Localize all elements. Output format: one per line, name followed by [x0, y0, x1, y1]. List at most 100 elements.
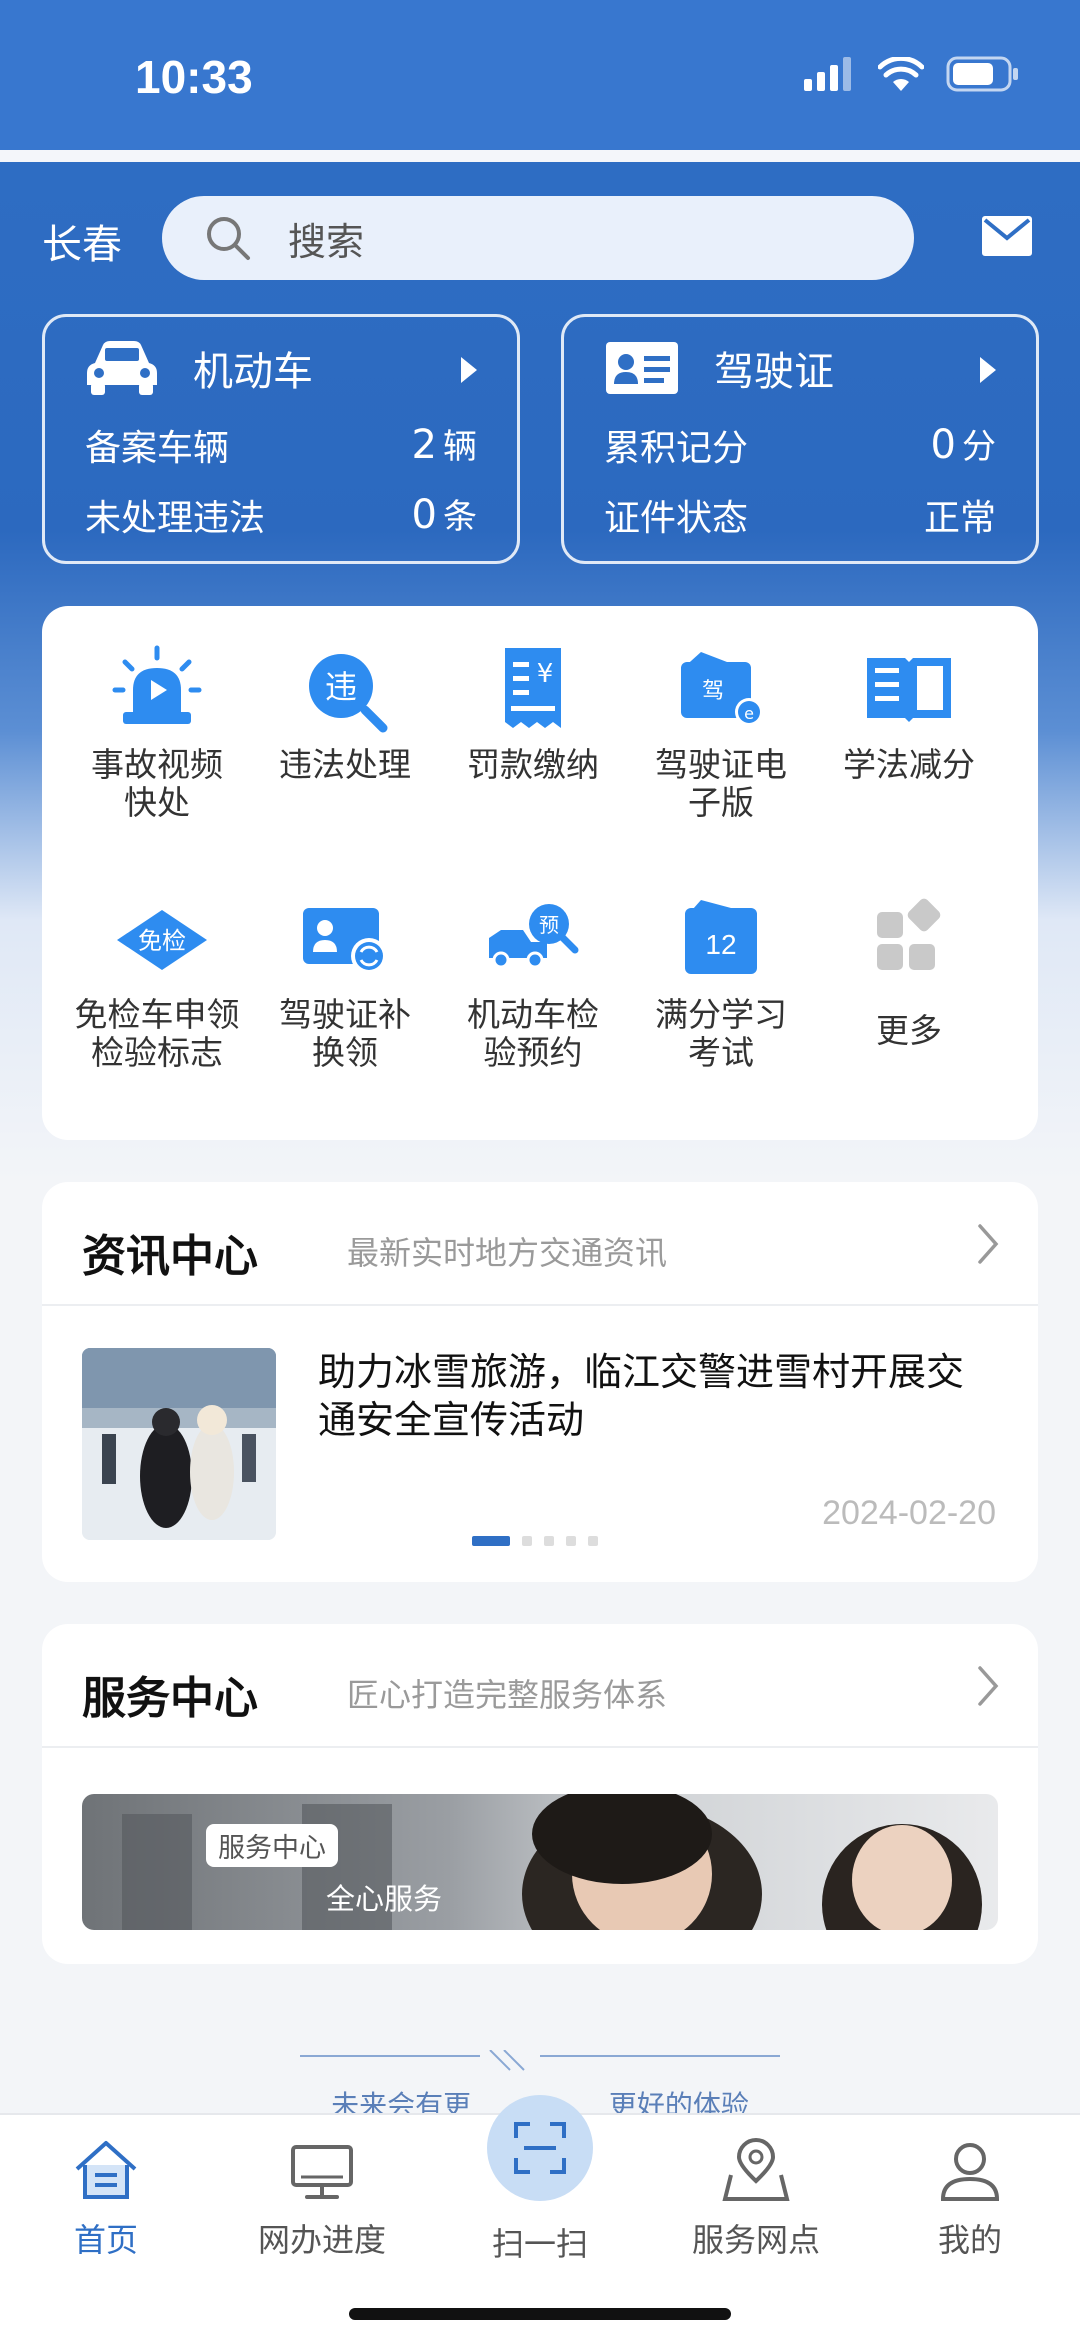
mail-icon[interactable]: [982, 216, 1032, 256]
search-icon: [207, 217, 250, 260]
carousel-dot[interactable]: [566, 1536, 576, 1546]
news-center-card: 资讯中心 最新实时地方交通资讯 助力冰雪旅游，临江交警进雪村开展交通安全宣传活动…: [42, 1182, 1038, 1582]
vehicle-row-label: 未处理违法: [85, 498, 266, 539]
status-divider: [0, 150, 1080, 162]
license-card-header: 驾驶证: [604, 339, 834, 397]
news-thumbnail[interactable]: [82, 1348, 276, 1540]
license-row-label: 证件状态: [604, 498, 749, 539]
home-indicator: [349, 2308, 731, 2320]
license-row-label: 累积记分: [604, 428, 749, 469]
service-label: 驾驶证电: [655, 745, 787, 784]
services-grid: 事故视频 快处 违 违法处理 ¥ 罚款缴纳 驾 e 驾驶证电 子版 学法减分 免…: [42, 606, 1038, 1140]
vehicle-row-violations: 未处理违法 0条: [85, 489, 477, 541]
service-label: 检验标志: [91, 1033, 223, 1072]
service-label: 更多: [876, 1011, 942, 1050]
carousel-dot[interactable]: [588, 1536, 598, 1546]
tab-home[interactable]: 首页: [6, 2135, 206, 2261]
siren-video-icon: [112, 645, 202, 724]
footer-divider-icon: [300, 2050, 780, 2071]
id-card-icon: [606, 342, 678, 394]
svg-text:免检: 免检: [138, 927, 186, 955]
calendar-12-icon: 12: [685, 900, 757, 974]
service-center-subtitle: 匠心打造完整服务体系: [347, 1676, 668, 1714]
service-study-deduction[interactable]: 学法减分: [814, 640, 1004, 784]
service-center-banner[interactable]: 服务中心 全心服务: [82, 1794, 998, 1930]
violation-search-icon: 违: [309, 654, 388, 733]
map-pin-icon: [722, 2138, 790, 2201]
tab-service-points[interactable]: 服务网点: [656, 2135, 856, 2261]
service-label: 子版: [688, 783, 754, 822]
news-title[interactable]: 助力冰雪旅游，临江交警进雪村开展交通安全宣传活动: [318, 1348, 998, 1444]
news-photo-icon: [82, 1348, 276, 1540]
service-e-license[interactable]: 驾 e 驾驶证电 子版: [626, 640, 816, 822]
service-label: 免检车申领: [74, 995, 240, 1034]
service-violation-handling[interactable]: 违 违法处理: [250, 640, 440, 784]
svg-text:12: 12: [705, 929, 736, 960]
battery-icon: [946, 56, 1018, 92]
service-label: 满分学习: [655, 995, 787, 1034]
service-center-heading: 服务中心: [82, 1673, 258, 1724]
service-label: 学法减分: [843, 745, 975, 784]
news-divider: [42, 1304, 1038, 1306]
tab-profile[interactable]: 我的: [870, 2135, 1070, 2261]
scan-button[interactable]: [487, 2095, 593, 2201]
service-label: 违法处理: [279, 745, 411, 784]
tab-label: 网办进度: [257, 2221, 386, 2259]
license-points: 0: [930, 422, 956, 468]
service-label: 事故视频: [91, 745, 223, 784]
tab-progress[interactable]: 网办进度: [222, 2135, 422, 2261]
service-accident-video[interactable]: 事故视频 快处: [62, 640, 252, 822]
license-card-title: 驾驶证: [714, 349, 834, 395]
tab-label: 扫一扫: [491, 2225, 588, 2263]
carousel-dot[interactable]: [522, 1536, 532, 1546]
vehicle-row-label: 备案车辆: [85, 428, 230, 469]
violation-count: 0: [411, 492, 437, 538]
home-icon: [75, 2141, 137, 2199]
vehicle-count-unit: 辆: [443, 427, 477, 467]
service-inspection-booking[interactable]: 预 机动车检 验预约: [438, 890, 628, 1072]
profile-icon: [940, 2143, 1000, 2201]
service-center-divider: [42, 1746, 1038, 1748]
license-points-unit: 分: [962, 427, 996, 467]
service-full-score-exam[interactable]: 12 满分学习 考试: [626, 890, 816, 1072]
vehicle-count: 2: [411, 422, 437, 468]
service-label: 罚款缴纳: [467, 745, 599, 784]
service-center-card: 服务中心 匠心打造完整服务体系 服务中心 全心服务: [42, 1624, 1038, 1964]
service-more[interactable]: 更多: [814, 890, 1004, 1050]
status-bar: 10:33: [0, 0, 1080, 150]
city-selector[interactable]: 长春: [42, 212, 122, 270]
vehicle-card-title: 机动车: [193, 349, 313, 395]
svg-text:违: 违: [325, 668, 357, 706]
service-label: 快处: [124, 783, 190, 822]
carousel-dot-active[interactable]: [472, 1536, 510, 1546]
cellular-signal-icon: [804, 57, 851, 91]
chevron-right-icon[interactable]: [976, 1664, 1000, 1708]
search-input[interactable]: 搜索: [162, 196, 914, 280]
more-grid-icon: [877, 898, 941, 970]
license-status-value: 正常: [923, 498, 996, 539]
vehicle-card-header: 机动车: [85, 339, 313, 397]
service-label: 验预约: [483, 1033, 583, 1072]
carousel-dot[interactable]: [544, 1536, 554, 1546]
service-label: 考试: [688, 1033, 754, 1072]
vehicle-card[interactable]: 机动车 备案车辆 2辆 未处理违法 0条: [42, 314, 520, 564]
service-exempt-inspection[interactable]: 免检 免检车申领 检验标志: [62, 890, 252, 1072]
tab-label: 首页: [73, 2221, 138, 2259]
license-card[interactable]: 驾驶证 累积记分 0分 证件状态 正常: [561, 314, 1039, 564]
status-icons: [804, 56, 1020, 92]
vehicle-row-registered: 备案车辆 2辆: [85, 419, 477, 471]
service-license-renewal[interactable]: 驾驶证补 换领: [250, 890, 440, 1072]
vehicle-card-arrow-icon: [461, 357, 477, 383]
news-heading: 资讯中心: [82, 1231, 258, 1282]
svg-text:驾: 驾: [702, 679, 724, 704]
violation-count-unit: 条: [443, 497, 477, 537]
service-label: 驾驶证补: [279, 995, 411, 1034]
tab-label: 服务网点: [691, 2221, 820, 2259]
chevron-right-icon[interactable]: [976, 1222, 1000, 1266]
license-row-points: 累积记分 0分: [604, 419, 996, 471]
service-fine-payment[interactable]: ¥ 罚款缴纳: [438, 640, 628, 784]
service-center-banner-text: 全心服务: [326, 1882, 443, 1916]
tab-scan[interactable]: 扫一扫: [440, 2095, 640, 2265]
svg-text:预: 预: [539, 913, 559, 937]
fine-receipt-icon: ¥: [505, 648, 561, 728]
